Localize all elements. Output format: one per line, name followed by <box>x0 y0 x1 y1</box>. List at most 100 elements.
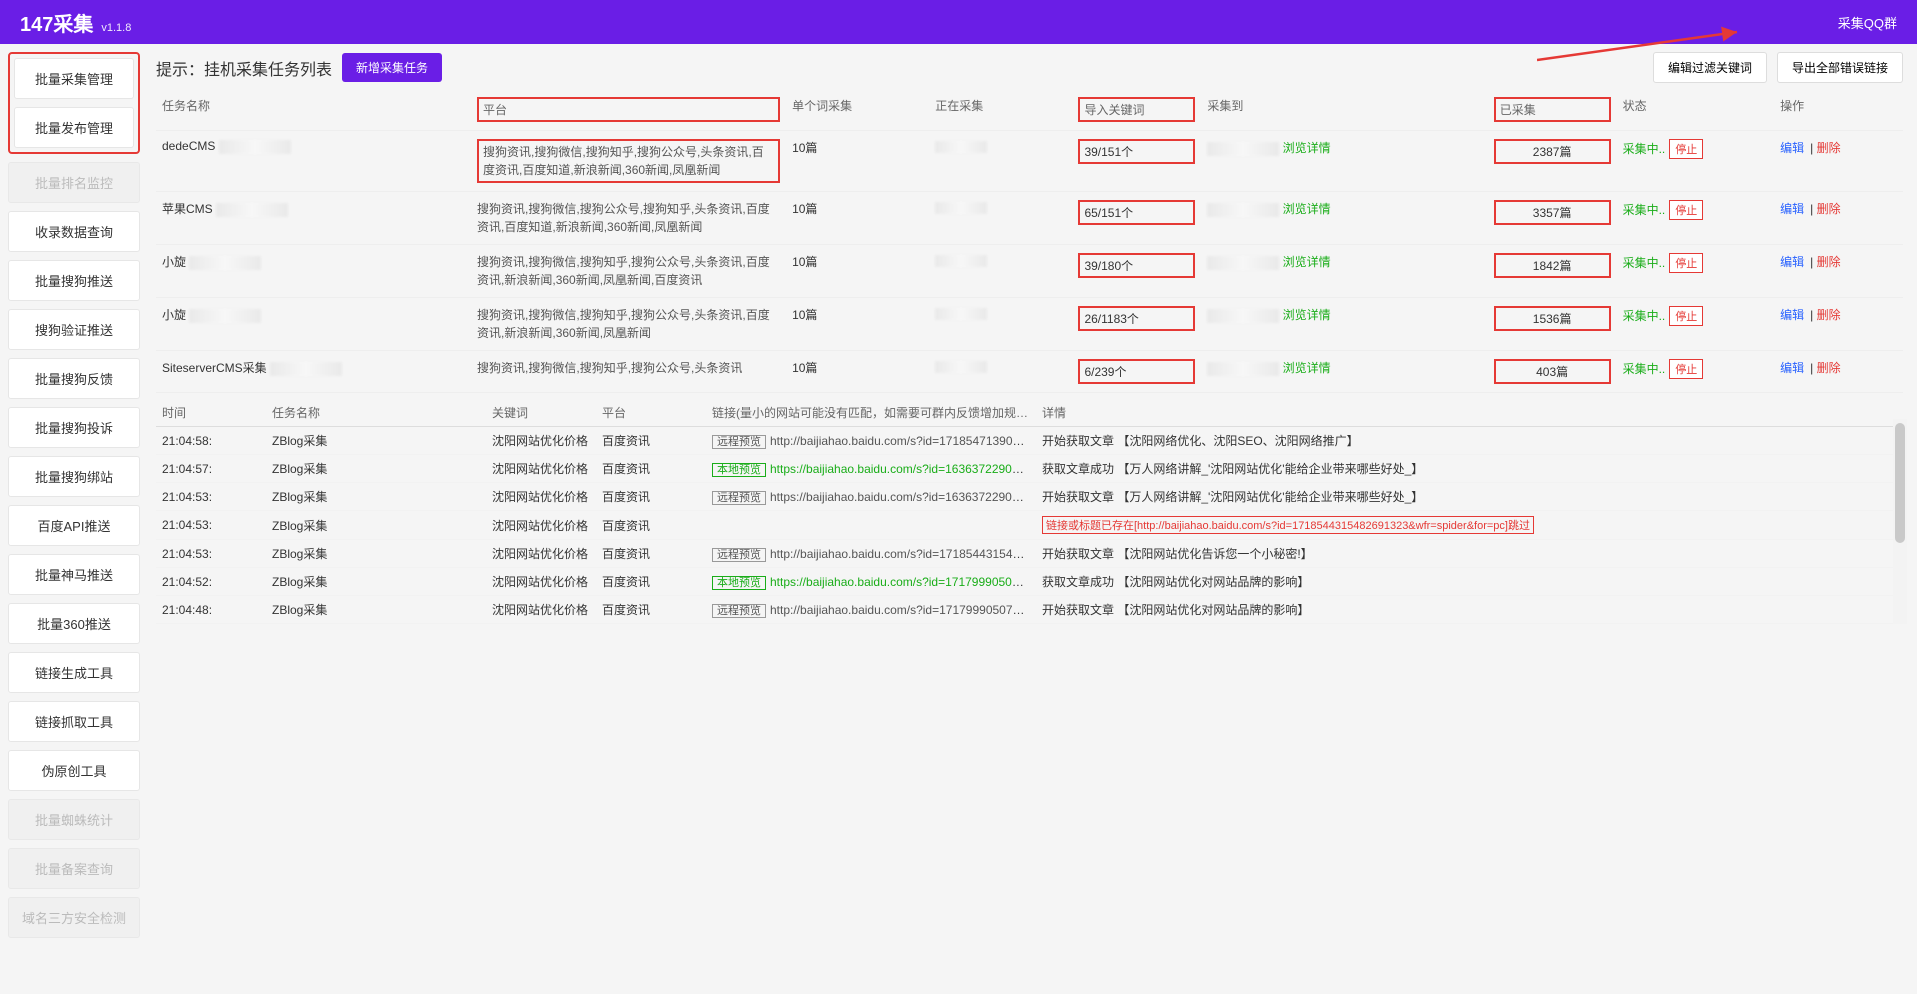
sidebar-item-批量搜狗绑站[interactable]: 批量搜狗绑站 <box>8 456 140 497</box>
sidebar-item-批量搜狗推送[interactable]: 批量搜狗推送 <box>8 260 140 301</box>
edit-link[interactable]: 编辑 <box>1780 361 1804 375</box>
sidebar-highlight-group: 批量采集管理批量发布管理 <box>8 52 140 154</box>
remote-preview-tag[interactable]: 远程预览 <box>712 491 766 505</box>
cell-detail: 开始获取文章 【万人网络讲解_'沈阳网站优化'能给企业带来哪些好处_】 <box>1036 483 1903 511</box>
sidebar: 批量采集管理批量发布管理 批量排名监控收录数据查询批量搜狗推送搜狗验证推送批量搜… <box>0 44 148 946</box>
app-version: v1.1.8 <box>101 22 131 34</box>
task-row: 苹果CMS 搜狗资讯,搜狗微信,搜狗公众号,搜狗知乎,头条资讯,百度资讯,百度知… <box>156 192 1903 245</box>
th-name: 任务名称 <box>156 89 471 131</box>
cell-link: 本地预览https://baijiahao.baidu.com/s?id=163… <box>706 455 1036 483</box>
sidebar-item-收录数据查询[interactable]: 收录数据查询 <box>8 211 140 252</box>
cell-platform: 百度资讯 <box>596 427 706 455</box>
th-platform: 平台 <box>471 89 786 131</box>
delete-link[interactable]: 删除 <box>1817 361 1841 375</box>
cell-perword: 10篇 <box>786 131 929 192</box>
export-error-button[interactable]: 导出全部错误链接 <box>1777 52 1903 83</box>
th-status: 状态 <box>1617 89 1775 131</box>
sidebar-item-伪原创工具[interactable]: 伪原创工具 <box>8 750 140 791</box>
cell-detail: 获取文章成功 【沈阳网站优化对网站品牌的影响】 <box>1036 568 1903 596</box>
detail-link[interactable]: 浏览详情 <box>1283 308 1331 322</box>
cell-platform: 搜狗资讯,搜狗微信,搜狗知乎,搜狗公众号,头条资讯,百度资讯,百度知道,新浪新闻… <box>471 131 786 192</box>
sidebar-item-链接生成工具[interactable]: 链接生成工具 <box>8 652 140 693</box>
detail-link[interactable]: 浏览详情 <box>1283 255 1331 269</box>
cell-op: 编辑| 删除 <box>1774 298 1903 351</box>
detail-link[interactable]: 浏览详情 <box>1283 361 1331 375</box>
remote-preview-tag[interactable]: 远程预览 <box>712 548 766 562</box>
sidebar-item-批量搜狗反馈[interactable]: 批量搜狗反馈 <box>8 358 140 399</box>
remote-preview-tag[interactable]: 远程预览 <box>712 435 766 449</box>
cell-perword: 10篇 <box>786 245 929 298</box>
pause-button[interactable]: 停止 <box>1669 359 1703 379</box>
cell-keyword: 沈阳网站优化价格 <box>486 483 596 511</box>
delete-link[interactable]: 删除 <box>1817 141 1841 155</box>
cell-task: ZBlog采集 <box>266 540 486 568</box>
cell-platform: 搜狗资讯,搜狗微信,搜狗知乎,搜狗公众号,头条资讯,百度资讯,新浪新闻,360新… <box>471 245 786 298</box>
edit-link[interactable]: 编辑 <box>1780 308 1804 322</box>
log-scrollbar[interactable] <box>1893 419 1907 624</box>
cell-status: 采集中..停止 <box>1617 192 1775 245</box>
th-task: 任务名称 <box>266 399 486 427</box>
th-perword: 单个词采集 <box>786 89 929 131</box>
delete-link[interactable]: 删除 <box>1817 308 1841 322</box>
cell-time: 21:04:52: <box>156 568 266 596</box>
log-row: 21:04:53:ZBlog采集沈阳网站优化价格百度资讯远程预览http://b… <box>156 540 1903 568</box>
new-task-button[interactable]: 新增采集任务 <box>342 53 442 82</box>
delete-link[interactable]: 删除 <box>1817 255 1841 269</box>
th-collected-to: 采集到 <box>1201 89 1487 131</box>
sidebar-item-批量360推送[interactable]: 批量360推送 <box>8 603 140 644</box>
cell-link: 远程预览http://baijiahao.baidu.com/s?id=1718… <box>706 427 1036 455</box>
edit-link[interactable]: 编辑 <box>1780 202 1804 216</box>
pause-button[interactable]: 停止 <box>1669 253 1703 273</box>
sidebar-item-批量搜狗投诉[interactable]: 批量搜狗投诉 <box>8 407 140 448</box>
local-preview-tag[interactable]: 本地预览 <box>712 463 766 477</box>
page-tip: 提示：挂机采集任务列表 <box>156 56 332 80</box>
edit-filter-button[interactable]: 编辑过滤关键词 <box>1653 52 1767 83</box>
detail-link[interactable]: 浏览详情 <box>1283 202 1331 216</box>
log-scrollbar-thumb[interactable] <box>1895 423 1905 543</box>
sidebar-item-搜狗验证推送[interactable]: 搜狗验证推送 <box>8 309 140 350</box>
cell-platform: 百度资讯 <box>596 511 706 540</box>
pause-button[interactable]: 停止 <box>1669 306 1703 326</box>
pause-button[interactable]: 停止 <box>1669 139 1703 159</box>
app-header: 147采集 v1.1.8 采集QQ群 <box>0 0 1917 44</box>
th-detail: 详情 <box>1036 399 1903 427</box>
cell-running <box>929 245 1072 298</box>
cell-imported: 39/151个 <box>1072 131 1201 192</box>
cell-running <box>929 192 1072 245</box>
log-row: 21:04:58:ZBlog采集沈阳网站优化价格百度资讯远程预览http://b… <box>156 427 1903 455</box>
task-row: 小旋 搜狗资讯,搜狗微信,搜狗知乎,搜狗公众号,头条资讯,百度资讯,新浪新闻,3… <box>156 245 1903 298</box>
local-preview-tag[interactable]: 本地预览 <box>712 576 766 590</box>
cell-already: 3357篇 <box>1488 192 1617 245</box>
cell-collected-to: 浏览详情 <box>1201 192 1487 245</box>
cell-platform: 百度资讯 <box>596 540 706 568</box>
sidebar-item-批量神马推送[interactable]: 批量神马推送 <box>8 554 140 595</box>
pause-button[interactable]: 停止 <box>1669 200 1703 220</box>
detail-link[interactable]: 浏览详情 <box>1283 141 1331 155</box>
cell-name: 小旋 <box>156 298 471 351</box>
task-row: 小旋 搜狗资讯,搜狗微信,搜狗知乎,搜狗公众号,头条资讯,百度资讯,新浪新闻,3… <box>156 298 1903 351</box>
cell-keyword: 沈阳网站优化价格 <box>486 568 596 596</box>
sidebar-item-链接抓取工具[interactable]: 链接抓取工具 <box>8 701 140 742</box>
cell-detail: 开始获取文章 【沈阳网络优化、沈阳SEO、沈阳网络推广】 <box>1036 427 1903 455</box>
cell-imported: 26/1183个 <box>1072 298 1201 351</box>
edit-link[interactable]: 编辑 <box>1780 255 1804 269</box>
remote-preview-tag[interactable]: 远程预览 <box>712 604 766 618</box>
header-qq-link[interactable]: 采集QQ群 <box>1838 13 1897 32</box>
cell-platform: 搜狗资讯,搜狗微信,搜狗知乎,搜狗公众号,头条资讯,百度资讯,新浪新闻,360新… <box>471 298 786 351</box>
cell-imported: 6/239个 <box>1072 351 1201 393</box>
cell-platform: 百度资讯 <box>596 596 706 624</box>
cell-name: 苹果CMS <box>156 192 471 245</box>
cell-task: ZBlog采集 <box>266 483 486 511</box>
sidebar-item-百度API推送[interactable]: 百度API推送 <box>8 505 140 546</box>
delete-link[interactable]: 删除 <box>1817 202 1841 216</box>
cell-link: 远程预览https://baijiahao.baidu.com/s?id=163… <box>706 483 1036 511</box>
cell-collected-to: 浏览详情 <box>1201 298 1487 351</box>
cell-platform: 百度资讯 <box>596 455 706 483</box>
cell-task: ZBlog采集 <box>266 427 486 455</box>
cell-already: 1536篇 <box>1488 298 1617 351</box>
sidebar-item-0[interactable]: 批量采集管理 <box>14 58 134 99</box>
sidebar-item-批量蜘蛛统计: 批量蜘蛛统计 <box>8 799 140 840</box>
edit-link[interactable]: 编辑 <box>1780 141 1804 155</box>
sidebar-item-1[interactable]: 批量发布管理 <box>14 107 134 148</box>
cell-running <box>929 298 1072 351</box>
